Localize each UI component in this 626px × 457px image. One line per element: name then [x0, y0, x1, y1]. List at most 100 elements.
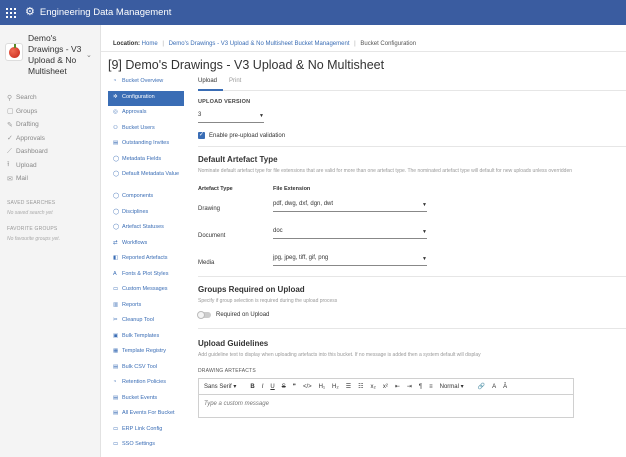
config-nav-label: Reported Artefacts — [122, 255, 168, 261]
editor-placeholder[interactable]: Type a custom message — [199, 395, 573, 413]
strike-button[interactable]: S — [282, 384, 286, 390]
config-nav-label: SSO Settings — [122, 441, 156, 447]
artefact-type: Document — [198, 233, 226, 239]
breadcrumb-prefix: Location: — [113, 41, 140, 47]
divider — [198, 276, 626, 277]
sidebar-item-drafting[interactable]: ✎ Drafting — [0, 118, 100, 132]
config-nav-components[interactable]: ◯ Components — [108, 190, 184, 206]
config-nav-retention-policies[interactable]: ◔ Retention Policies — [108, 376, 184, 392]
superscript-button[interactable]: x² — [383, 384, 388, 390]
config-nav-label: Workflows — [122, 239, 148, 246]
config-nav-outstanding-invites[interactable]: ▤ Outstanding Invites — [108, 137, 184, 153]
sidebar: Demo's Drawings - V3 Upload & No Multish… — [0, 25, 101, 457]
config-nav-label: Approvals — [122, 109, 147, 115]
guidelines-editor[interactable]: Sans Serif ▾ B I U S ❞ </> H₁ H₂ ☰ ☷ x₂ x² ⇤ ⇥ ¶ ≡ Normal… — [198, 378, 574, 418]
sidebar-item-search[interactable]: ⚲ Search — [0, 91, 100, 105]
config-nav-cleanup-tool[interactable]: ✂ Cleanup Tool — [108, 314, 184, 330]
sidebar-item-dashboard[interactable]: ⟋ Dashboard — [0, 145, 100, 159]
sidebar-item-mail[interactable]: ✉ Mail — [0, 172, 100, 186]
sidebar-item-approvals[interactable]: ✓ Approvals — [0, 132, 100, 146]
config-nav-label: Bucket Events — [122, 394, 158, 401]
paragraph-button[interactable]: ¶ — [419, 384, 422, 390]
h2-button[interactable]: H₂ — [332, 384, 339, 390]
config-nav-label: Disciplines — [122, 208, 149, 215]
nav-icon: ▤ — [113, 140, 119, 146]
config-nav-label: Bucket Users — [122, 124, 155, 131]
file-extension-select[interactable]: doc ▼ — [273, 228, 427, 239]
italic-button[interactable]: I — [262, 384, 264, 390]
highlight-button[interactable]: Ā — [503, 384, 507, 390]
config-nav-default-metadata-value[interactable]: ◯ Default Metadata Value — [108, 168, 184, 190]
config-nav-label: Components — [122, 193, 154, 199]
size-select[interactable]: Normal ▾ — [440, 383, 464, 390]
text-color-button[interactable]: A — [492, 384, 496, 390]
breadcrumb-home[interactable]: Home — [142, 41, 158, 47]
sidebar-item-upload[interactable]: ⭱ Upload — [0, 159, 100, 173]
config-nav-template-registry[interactable]: ▦ Template Registry — [108, 345, 184, 361]
config-nav-label: Bulk CSV Tool — [122, 363, 158, 370]
code-button[interactable]: </> — [303, 384, 312, 390]
chevron-down-icon[interactable]: ⌄ — [86, 51, 92, 77]
config-nav-bucket-users[interactable]: ⚇ Bucket Users — [108, 122, 184, 138]
config-nav-label: Configuration — [122, 93, 155, 100]
divider — [198, 146, 626, 147]
config-nav-bucket-overview[interactable]: ◔ Bucket Overview — [108, 75, 184, 91]
config-nav-custom-messages[interactable]: ▭ Custom Messages — [108, 283, 184, 299]
app-title: Engineering Data Management — [39, 7, 172, 18]
artefact-type: Drawing — [198, 206, 221, 212]
config-nav-bucket-events[interactable]: ▤ Bucket Events — [108, 392, 184, 408]
file-extension-select[interactable]: jpg, jpeg, tiff, gif, png ▼ — [273, 255, 427, 266]
nav-icon: ▥ — [113, 301, 119, 308]
nav-icon: ◔ — [113, 78, 117, 84]
sidebar-nav: ⚲ Search ▢ Groups ✎ Drafting ✓ Approvals ⟋ Dashbo… — [0, 91, 100, 186]
link-icon[interactable]: 🔗 — [478, 383, 485, 390]
config-nav-artefact-statuses[interactable]: ◯ Artefact Statuses — [108, 221, 184, 237]
config-nav-workflows[interactable]: ⇄ Workflows — [108, 237, 184, 253]
sidebar-item-groups[interactable]: ▢ Groups — [0, 105, 100, 119]
upload-version-value: 3 — [198, 112, 202, 118]
artefact-row: Drawing pdf, dwg, dxf, dgn, dwt ▼ — [198, 201, 626, 212]
breadcrumb-project[interactable]: Demo's Drawings - V3 Upload & No Multish… — [169, 41, 350, 47]
upload-version-select[interactable]: 3 ▼ — [198, 112, 264, 123]
h1-button[interactable]: H₁ — [319, 384, 325, 390]
config-nav-label: Bucket Overview — [122, 78, 164, 84]
editor-toolbar: Sans Serif ▾ B I U S ❞ </> H₁ H₂ ☰ ☷ x₂ x² ⇤ ⇥ ¶ ≡ Normal… — [199, 379, 573, 395]
tab-print[interactable]: Print — [229, 78, 247, 91]
font-select[interactable]: Sans Serif ▾ — [204, 383, 236, 390]
config-nav-disciplines[interactable]: ◯ Disciplines — [108, 206, 184, 222]
config-nav-bulk-templates[interactable]: ▣ Bulk Templates — [108, 330, 184, 346]
ordered-list-button[interactable]: ☰ — [346, 383, 351, 390]
divider — [198, 328, 626, 329]
tab-upload[interactable]: Upload — [198, 78, 224, 91]
toggle-switch[interactable] — [197, 311, 211, 319]
config-nav-erp-link-config[interactable]: ▭ ERP Link Config — [108, 423, 184, 439]
align-button[interactable]: ≡ — [429, 384, 433, 390]
project-selector[interactable]: Demo's Drawings - V3 Upload & No Multish… — [0, 25, 100, 77]
config-nav-metadata-fields[interactable]: ◯ Metadata Fields — [108, 153, 184, 169]
config-nav-bulk-csv-tool[interactable]: ▤ Bulk CSV Tool — [108, 361, 184, 377]
breadcrumb: Location: Home | Demo's Drawings - V3 Up… — [113, 41, 416, 47]
quote-button[interactable]: ❞ — [293, 383, 296, 390]
config-nav-all-events-for-bucket[interactable]: ▤ All Events For Bucket — [108, 407, 184, 423]
checkmark-icon: ✓ — [198, 132, 205, 139]
config-nav-reports[interactable]: ▥ Reports — [108, 299, 184, 315]
outdent-button[interactable]: ⇤ — [395, 383, 400, 390]
apps-grid-icon[interactable] — [6, 7, 16, 18]
required-on-upload-toggle[interactable]: Required on Upload — [197, 311, 626, 319]
bold-button[interactable]: B — [250, 384, 254, 390]
file-extension-select[interactable]: pdf, dwg, dxf, dgn, dwt ▼ — [273, 201, 427, 212]
config-nav-sso-settings[interactable]: ▭ SSO Settings — [108, 438, 184, 454]
config-nav-reported-artefacts[interactable]: ◧ Reported Artefacts — [108, 252, 184, 268]
project-name: Demo's Drawings - V3 Upload & No Multish… — [28, 33, 82, 76]
pre-upload-validation-checkbox[interactable]: ✓ Enable pre-upload validation — [198, 132, 626, 139]
config-nav-label: All Events For Bucket — [122, 410, 175, 416]
config-nav-configuration[interactable]: ✲ Configuration — [108, 90, 184, 106]
config-nav-fonts-plot-styles[interactable]: A Fonts & Plot Styles — [108, 268, 184, 284]
config-nav-approvals[interactable]: ◎ Approvals — [108, 106, 184, 122]
underline-button[interactable]: U — [270, 384, 274, 390]
subscript-button[interactable]: x₂ — [370, 384, 375, 390]
indent-button[interactable]: ⇥ — [407, 383, 412, 390]
file-extension-value: jpg, jpeg, tiff, gif, png — [273, 255, 329, 261]
sidebar-item-label: Search — [16, 94, 37, 102]
bullet-list-button[interactable]: ☷ — [358, 383, 363, 390]
